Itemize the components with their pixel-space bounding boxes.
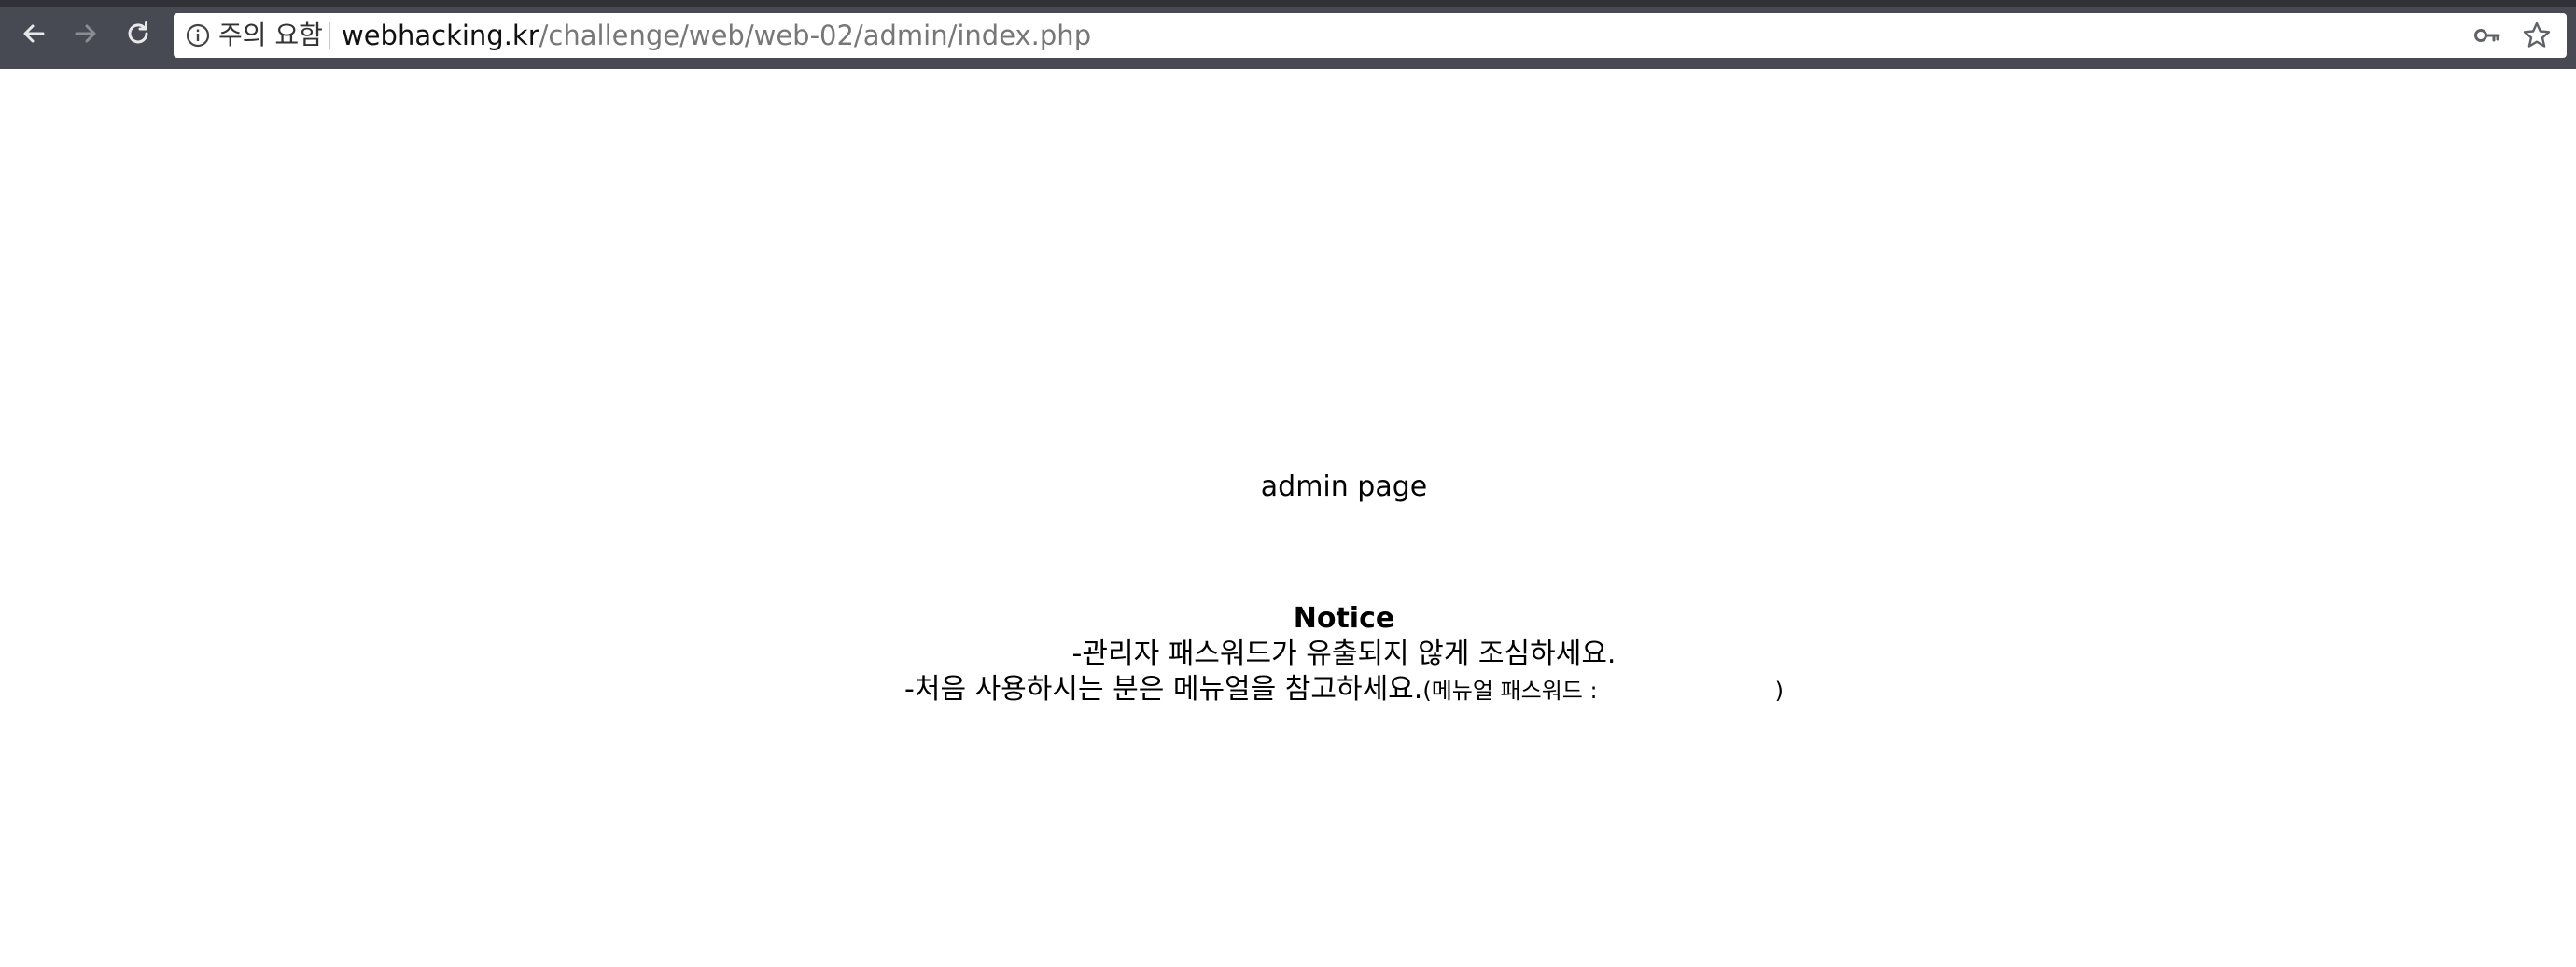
reload-icon (128, 21, 148, 44)
url-text[interactable]: webhacking.kr/challenge/web/web-02/admin… (342, 13, 1091, 58)
page-title: admin page (1260, 470, 1428, 503)
notice-manual-text: -처음 사용하시는 분은 메뉴얼을 참고하세요. (904, 673, 1423, 706)
notice-line-password-warning: -관리자 패스워드가 유출되지 않게 조심하세요. (1071, 638, 1617, 670)
arrow-right-icon (75, 24, 96, 43)
omnibox-divider (329, 22, 330, 49)
star-icon[interactable] (2522, 21, 2552, 50)
notice-line-manual: -처음 사용하시는 분은 메뉴얼을 참고하세요.(메뉴얼 패스워드 :) (0, 672, 2576, 708)
browser-toolbar: 주의 요함 webhacking.kr/challenge/web/web-02… (0, 0, 2576, 69)
url-path: /challenge/web/web-02/admin/index.php (539, 20, 1092, 51)
info-icon[interactable] (185, 22, 211, 49)
reload-button[interactable] (118, 13, 159, 54)
address-bar[interactable]: 주의 요함 webhacking.kr/challenge/web/web-02… (174, 13, 2567, 58)
page-content: admin page Notice -관리자 패스워드가 유출되지 않게 조심하… (0, 69, 2576, 967)
manual-password-close: ) (1774, 678, 1784, 704)
notice-heading: Notice (1293, 602, 1395, 635)
url-host: webhacking.kr (342, 20, 539, 51)
forward-button[interactable] (65, 13, 106, 54)
arrow-left-icon (23, 24, 45, 43)
manual-password-label: (메뉴얼 패스워드 : (1422, 678, 1598, 704)
key-icon[interactable] (2473, 22, 2501, 49)
window-top-edge (0, 0, 2576, 7)
security-status-label[interactable]: 주의 요함 (218, 13, 323, 58)
notice-section: Notice -관리자 패스워드가 유출되지 않게 조심하세요. -처음 사용하… (0, 601, 2576, 708)
back-button[interactable] (13, 13, 54, 54)
